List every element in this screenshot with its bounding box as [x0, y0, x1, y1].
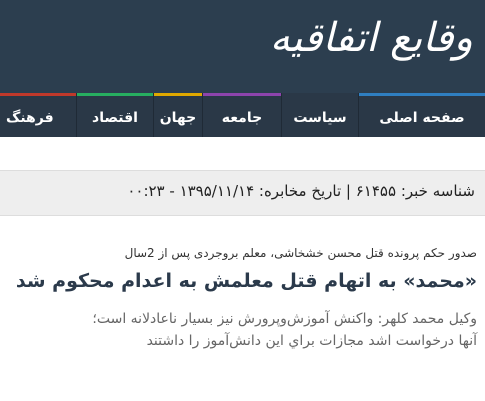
nav-item-politics[interactable]: سیاست — [282, 93, 358, 137]
nav-item-culture[interactable]: فرهنگ — [0, 93, 76, 137]
main-nav: صفحه اصلی سیاست جامعه جهان اقتصاد فرهنگ — [0, 93, 485, 137]
nav-divider — [76, 93, 77, 137]
article-lead-line: وکیل محمد کلهر: واکنش آموزش‌وپرورش نیز ب… — [92, 311, 477, 327]
article-kicker: صدور حکم پرونده قتل محسن خشخاشی، معلم بر… — [124, 246, 477, 260]
article-lead: وکیل محمد کلهر: واکنش آموزش‌وپرورش نیز ب… — [7, 308, 477, 352]
article-headline[interactable]: «محمد» به اتهام قتل معلمش به اعدام محکوم… — [16, 270, 477, 292]
nav-item-economy[interactable]: اقتصاد — [77, 93, 153, 137]
site-header: وقایع اتفاقیه — [0, 0, 485, 93]
news-info-bar: شناسه خبر: ۶۱۴۵۵ | تاریخ مخابره: ۱۳۹۵/۱۱… — [0, 170, 485, 216]
site-logo[interactable]: وقایع اتفاقیه — [270, 8, 474, 68]
spacer — [0, 137, 485, 167]
news-id-and-date: شناسه خبر: ۶۱۴۵۵ | تاریخ مخابره: ۱۳۹۵/۱۱… — [127, 182, 475, 200]
nav-item-home[interactable]: صفحه اصلی — [359, 93, 485, 137]
nav-item-world[interactable]: جهان — [154, 93, 202, 137]
nav-divider — [153, 93, 154, 137]
nav-divider — [202, 93, 203, 137]
article-lead-line: آنها درخواست اشد مجازات براي اين دانش‌آم… — [146, 333, 477, 349]
nav-divider — [358, 93, 359, 137]
article-content: صدور حکم پرونده قتل محسن خشخاشی، معلم بر… — [0, 216, 485, 401]
nav-divider — [281, 93, 282, 137]
nav-item-society[interactable]: جامعه — [203, 93, 281, 137]
